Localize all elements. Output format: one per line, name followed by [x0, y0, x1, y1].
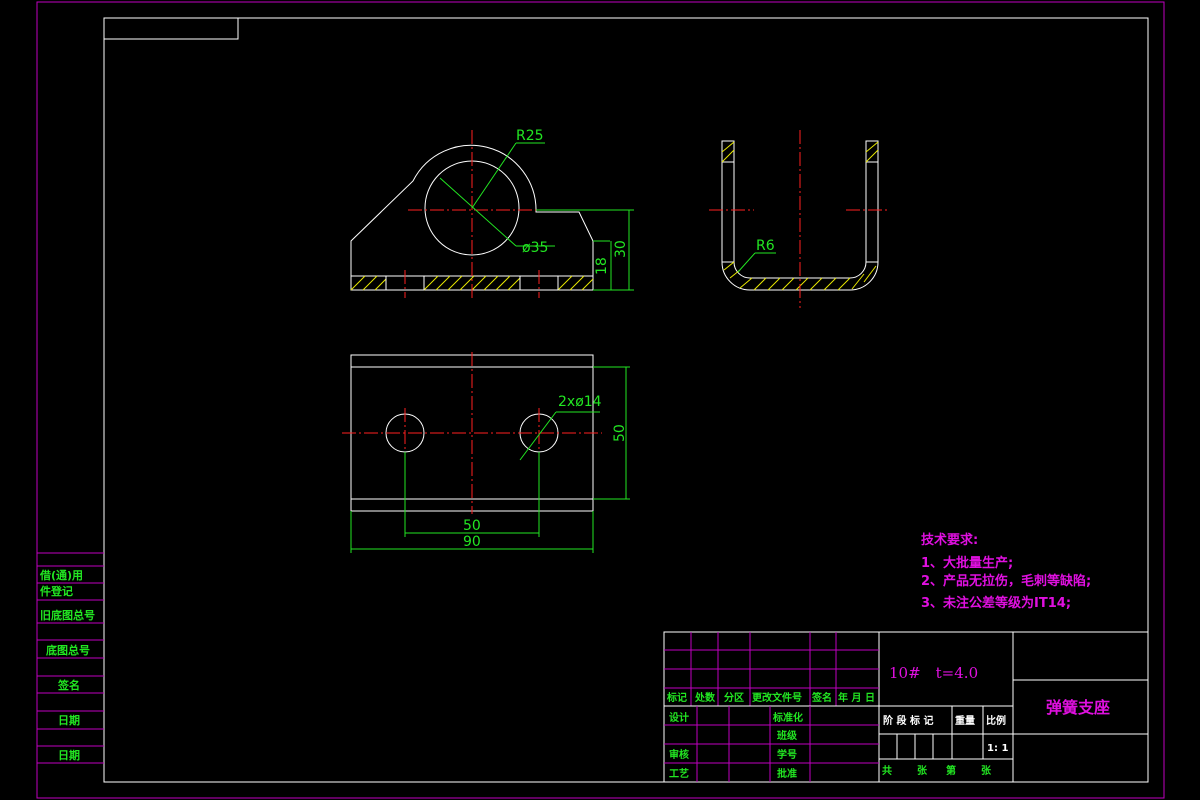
- left-margin-table: 借(通)用 件登记 旧底图总号 底图总号 签名 日期 日期: [37, 552, 104, 764]
- role-review: 审核: [669, 748, 689, 761]
- drawing-canvas: 借(通)用 件登记 旧底图总号 底图总号 签名 日期 日期 R25 ø35 18…: [36, 1, 1165, 799]
- rev-header-count: 处数: [694, 691, 716, 704]
- tech-req-item-1: 1、大批量生产;: [921, 555, 1013, 571]
- role-standard: 标准化: [772, 711, 803, 724]
- title-block: 10# t=4.0 弹簧支座 标记 处数 分区 更改文件号 签名 年 月 日 设…: [663, 631, 1149, 783]
- sheets-total-label: 共: [882, 764, 892, 777]
- dim-r25: R25: [516, 128, 544, 144]
- corner-box: [103, 17, 239, 40]
- dim-50-horizontal: 50: [463, 518, 481, 534]
- margin-label-3: 旧底图总号: [40, 608, 95, 622]
- sheet-number-unit: 张: [981, 764, 992, 777]
- scale-value: 1: 1: [987, 743, 1008, 754]
- margin-label-7: 日期: [58, 748, 80, 762]
- role-class: 班级: [777, 729, 798, 742]
- stage-mark-header: 阶 段 标 记: [883, 714, 933, 727]
- margin-label-4: 底图总号: [46, 643, 90, 657]
- margin-label-5: 签名: [57, 678, 80, 692]
- front-view: R25 ø35 18 30: [350, 128, 634, 300]
- rev-header-sign: 签名: [811, 691, 832, 704]
- material-spec: 10# t=4.0: [889, 664, 978, 682]
- sheet-number-label: 第: [946, 764, 956, 777]
- rev-header-doc: 更改文件号: [752, 691, 802, 704]
- role-approve: 批准: [777, 767, 797, 780]
- dim-r6: R6: [756, 238, 775, 254]
- top-view: 2xø14 50 50 90: [342, 352, 630, 553]
- role-design: 设计: [669, 711, 689, 724]
- dim-d35: ø35: [522, 240, 548, 256]
- role-process: 工艺: [669, 767, 689, 780]
- rev-header-zone: 分区: [724, 691, 744, 704]
- scale-header: 比例: [986, 714, 1006, 727]
- tech-req-item-3: 3、未注公差等级为IT14;: [921, 595, 1071, 611]
- tech-requirements: 技术要求: 1、大批量生产; 2、产品无拉伤，毛刺等缺陷; 3、未注公差等级为I…: [921, 532, 1091, 611]
- dim-90: 90: [463, 534, 481, 550]
- part-name: 弹簧支座: [1046, 698, 1110, 717]
- margin-label-1: 借(通)用: [39, 568, 83, 582]
- dim-2xd14: 2xø14: [558, 394, 602, 410]
- tech-req-item-2: 2、产品无拉伤，毛刺等缺陷;: [921, 573, 1091, 589]
- dim-18: 18: [594, 257, 610, 275]
- rev-header-mark: 标记: [666, 691, 687, 704]
- margin-label-6: 日期: [58, 713, 80, 727]
- dim-30: 30: [613, 240, 629, 258]
- role-student-id: 学号: [777, 748, 797, 761]
- sheets-total-unit: 张: [917, 764, 928, 777]
- dim-50-vertical: 50: [612, 424, 628, 442]
- weight-header: 重量: [955, 714, 975, 727]
- tech-req-heading: 技术要求:: [921, 532, 978, 548]
- side-view: R6: [709, 130, 890, 308]
- margin-label-2: 件登记: [40, 584, 73, 598]
- rev-header-date: 年 月 日: [838, 691, 875, 704]
